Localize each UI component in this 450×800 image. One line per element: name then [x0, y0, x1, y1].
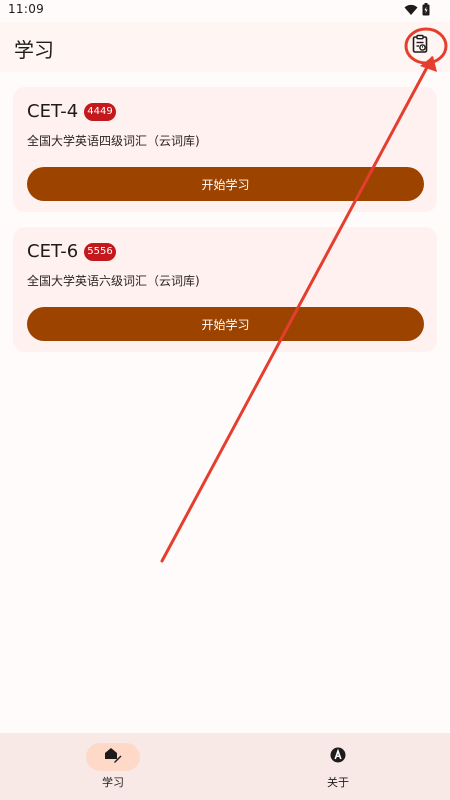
top-app-bar: 学习: [0, 22, 450, 72]
wordbook-card-cet4: CET-4 4449 全国大学英语四级词汇（云词库) 开始学习: [13, 87, 437, 212]
nav-item-about[interactable]: 关于: [278, 741, 398, 797]
wifi-icon: [404, 1, 418, 20]
nav-indicator: [311, 743, 365, 771]
card-title-row: CET-6 5556: [27, 241, 116, 262]
status-bar: 11:09: [0, 0, 450, 22]
word-count-badge: 5556: [84, 242, 116, 261]
status-icons: [404, 1, 430, 20]
nav-active-indicator: [86, 743, 140, 771]
bottom-navigation: 学习 关于: [0, 733, 450, 800]
clipboard-button[interactable]: [406, 32, 434, 60]
card-subtitle: 全国大学英语四级词汇（云词库): [27, 134, 200, 148]
about-icon: [330, 747, 346, 767]
card-subtitle: 全国大学英语六级词汇（云词库): [27, 274, 200, 288]
nav-label: 学习: [102, 776, 124, 789]
word-count-badge: 4449: [84, 102, 116, 121]
card-title-row: CET-4 4449: [27, 101, 116, 122]
nav-item-study[interactable]: 学习: [53, 741, 173, 797]
nav-label: 关于: [327, 776, 349, 789]
study-icon: [104, 747, 122, 767]
wordbook-card-cet6: CET-6 5556 全国大学英语六级词汇（云词库) 开始学习: [13, 227, 437, 352]
start-study-button-cet4[interactable]: 开始学习: [27, 167, 424, 201]
status-time: 11:09: [8, 2, 45, 16]
page-title: 学习: [14, 38, 54, 62]
start-study-button-cet6[interactable]: 开始学习: [27, 307, 424, 341]
clipboard-icon: [410, 34, 430, 58]
card-title: CET-6: [27, 241, 79, 262]
app-screen: 11:09 学习 CET-4 4449 全国大学英语四级词汇（云词库) 开始学习…: [0, 0, 450, 800]
battery-icon: [422, 1, 430, 20]
card-title: CET-4: [27, 101, 79, 122]
